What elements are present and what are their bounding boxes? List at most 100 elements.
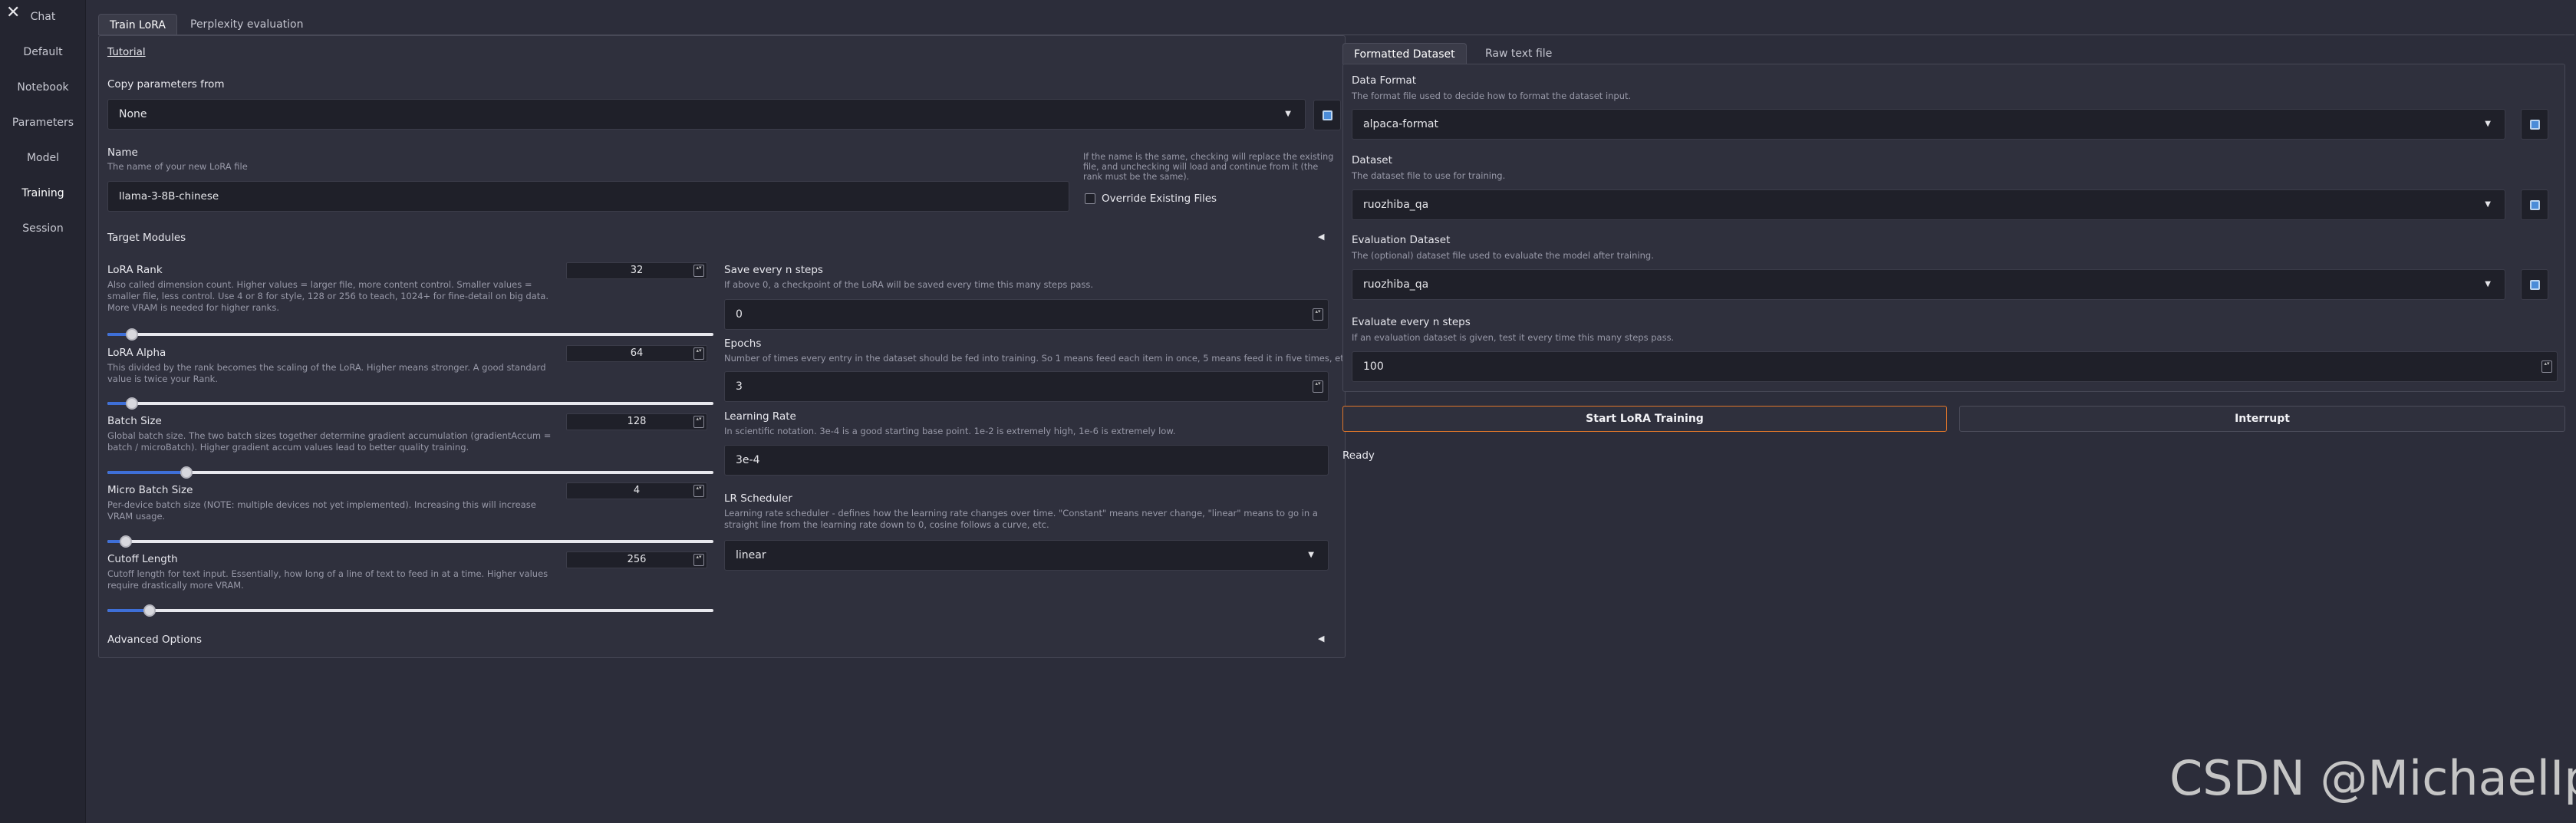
spinner-icon[interactable]: ▴▾ bbox=[693, 265, 704, 277]
tab-raw-text-file[interactable]: Raw text file bbox=[1474, 43, 1563, 64]
batch-size-slider[interactable] bbox=[107, 466, 713, 479]
spinner-icon[interactable]: ▴▾ bbox=[693, 416, 704, 428]
micro-batch-size-label: Micro Batch Size bbox=[107, 484, 193, 496]
learning-rate-desc: In scientific notation. 3e-4 is a good s… bbox=[724, 426, 1176, 436]
lr-scheduler-select[interactable]: linear ▼ bbox=[724, 540, 1329, 571]
sidebar-item-model[interactable]: Model bbox=[0, 152, 86, 164]
data-format-select[interactable]: alpaca-format ▼ bbox=[1352, 109, 2505, 140]
cutoff-length-slider[interactable] bbox=[107, 604, 713, 617]
save-every-desc: If above 0, a checkpoint of the LoRA wil… bbox=[724, 279, 1094, 290]
lr-scheduler-value: linear bbox=[736, 549, 766, 561]
refresh-icon bbox=[2530, 120, 2540, 130]
lora-alpha-number[interactable]: 64 ▴▾ bbox=[566, 345, 707, 362]
slider-handle[interactable] bbox=[125, 397, 138, 410]
eval-dataset-select[interactable]: ruozhiba_qa ▼ bbox=[1352, 269, 2505, 300]
status-text: Ready bbox=[1342, 449, 1375, 462]
batch-size-number[interactable]: 128 ▴▾ bbox=[566, 413, 707, 430]
epochs-input[interactable]: 3 ▴▾ bbox=[724, 371, 1329, 402]
spinner-icon[interactable]: ▴▾ bbox=[1313, 380, 1323, 393]
interrupt-button[interactable]: Interrupt bbox=[1959, 406, 2565, 432]
sidebar: ✕ Chat Default Notebook Parameters Model… bbox=[0, 0, 86, 823]
dataset-label: Dataset bbox=[1352, 154, 1392, 166]
lora-rank-number[interactable]: 32 ▴▾ bbox=[566, 262, 707, 279]
chevron-down-icon: ▼ bbox=[1308, 551, 1314, 559]
batch-size-desc: Global batch size. The two batch sizes t… bbox=[107, 430, 552, 453]
eval-every-desc: If an evaluation dataset is given, test … bbox=[1352, 332, 1675, 343]
collapse-icon[interactable]: ◀ bbox=[1318, 232, 1324, 242]
collapse-icon[interactable]: ◀ bbox=[1318, 634, 1324, 644]
learning-rate-input[interactable]: 3e-4 bbox=[724, 445, 1329, 476]
slider-fill bbox=[107, 471, 186, 474]
learning-rate-label: Learning Rate bbox=[724, 410, 796, 423]
name-input[interactable]: llama-3-8B-chinese bbox=[107, 181, 1069, 212]
advanced-options-toggle[interactable]: Advanced Options bbox=[107, 634, 202, 646]
start-lora-training-button[interactable]: Start LoRA Training bbox=[1342, 406, 1947, 432]
learning-rate-value: 3e-4 bbox=[736, 454, 760, 466]
chevron-down-icon: ▼ bbox=[2485, 120, 2491, 128]
save-every-input[interactable]: 0 ▴▾ bbox=[724, 299, 1329, 330]
lora-alpha-label: LoRA Alpha bbox=[107, 347, 166, 359]
cutoff-length-desc: Cutoff length for text input. Essentiall… bbox=[107, 568, 548, 591]
dataset-value: ruozhiba_qa bbox=[1363, 199, 1429, 211]
micro-batch-size-number[interactable]: 4 ▴▾ bbox=[566, 482, 707, 499]
sidebar-item-training[interactable]: Training bbox=[0, 187, 86, 199]
tab-perplexity-evaluation[interactable]: Perplexity evaluation bbox=[180, 14, 315, 35]
eval-every-input[interactable]: 100 ▴▾ bbox=[1352, 351, 2558, 382]
override-checkbox[interactable] bbox=[1085, 193, 1095, 204]
slider-handle[interactable] bbox=[125, 328, 138, 341]
lora-alpha-slider[interactable] bbox=[107, 397, 713, 410]
override-label: Override Existing Files bbox=[1102, 193, 1217, 205]
sidebar-item-parameters[interactable]: Parameters bbox=[0, 117, 86, 129]
epochs-label: Epochs bbox=[724, 337, 762, 350]
cutoff-length-number[interactable]: 256 ▴▾ bbox=[566, 551, 707, 568]
dataset-desc: The dataset file to use for training. bbox=[1352, 170, 1506, 181]
spinner-icon[interactable]: ▴▾ bbox=[693, 347, 704, 360]
tab-formatted-dataset[interactable]: Formatted Dataset bbox=[1342, 43, 1467, 64]
lr-scheduler-label: LR Scheduler bbox=[724, 492, 792, 505]
lora-rank-value: 32 bbox=[630, 265, 644, 276]
eval-dataset-value: ruozhiba_qa bbox=[1363, 278, 1429, 291]
sidebar-item-default[interactable]: Default bbox=[0, 46, 86, 58]
spinner-icon[interactable]: ▴▾ bbox=[693, 485, 704, 497]
micro-batch-size-slider[interactable] bbox=[107, 535, 713, 548]
target-modules-toggle[interactable]: Target Modules bbox=[107, 232, 186, 244]
copy-params-select[interactable]: None ▼ bbox=[107, 99, 1306, 130]
copy-params-label: Copy parameters from bbox=[107, 78, 225, 91]
eval-every-label: Evaluate every n steps bbox=[1352, 316, 1471, 328]
main-area: Train LoRA Perplexity evaluation Tutoria… bbox=[86, 0, 2576, 823]
sidebar-item-notebook[interactable]: Notebook bbox=[0, 81, 86, 94]
save-every-value: 0 bbox=[736, 308, 743, 321]
refresh-eval-dataset-button[interactable] bbox=[2521, 269, 2548, 300]
refresh-copy-params-button[interactable] bbox=[1313, 100, 1341, 130]
spinner-icon[interactable]: ▴▾ bbox=[2541, 360, 2552, 373]
spinner-icon[interactable]: ▴▾ bbox=[693, 554, 704, 566]
name-desc: The name of your new LoRA file bbox=[107, 161, 248, 172]
cutoff-length-value: 256 bbox=[627, 554, 647, 565]
refresh-data-format-button[interactable] bbox=[2521, 109, 2548, 140]
eval-every-value: 100 bbox=[1363, 360, 1384, 373]
name-value: llama-3-8B-chinese bbox=[119, 190, 219, 202]
chevron-down-icon: ▼ bbox=[2485, 280, 2491, 288]
dataset-select[interactable]: ruozhiba_qa ▼ bbox=[1352, 189, 2505, 220]
lr-scheduler-desc: Learning rate scheduler - defines how th… bbox=[724, 508, 1318, 530]
lora-rank-slider[interactable] bbox=[107, 328, 713, 341]
sidebar-item-session[interactable]: Session bbox=[0, 222, 86, 235]
spinner-icon[interactable]: ▴▾ bbox=[1313, 308, 1323, 321]
eval-dataset-label: Evaluation Dataset bbox=[1352, 234, 1451, 246]
tab-train-lora[interactable]: Train LoRA bbox=[98, 14, 177, 35]
lora-rank-label: LoRA Rank bbox=[107, 264, 163, 276]
refresh-icon bbox=[2530, 280, 2540, 290]
save-every-label: Save every n steps bbox=[724, 264, 823, 276]
batch-size-value: 128 bbox=[627, 416, 647, 427]
tutorial-link[interactable]: Tutorial bbox=[107, 46, 146, 58]
micro-batch-size-desc: Per-device batch size (NOTE: multiple de… bbox=[107, 499, 536, 522]
slider-handle[interactable] bbox=[180, 466, 193, 479]
chevron-down-icon: ▼ bbox=[1285, 110, 1291, 118]
data-format-value: alpaca-format bbox=[1363, 118, 1438, 130]
sidebar-item-chat[interactable]: Chat bbox=[0, 11, 86, 23]
refresh-dataset-button[interactable] bbox=[2521, 189, 2548, 220]
slider-handle[interactable] bbox=[119, 535, 132, 548]
chevron-down-icon: ▼ bbox=[2485, 200, 2491, 209]
eval-dataset-desc: The (optional) dataset file used to eval… bbox=[1352, 250, 1654, 261]
refresh-icon bbox=[2530, 200, 2540, 210]
